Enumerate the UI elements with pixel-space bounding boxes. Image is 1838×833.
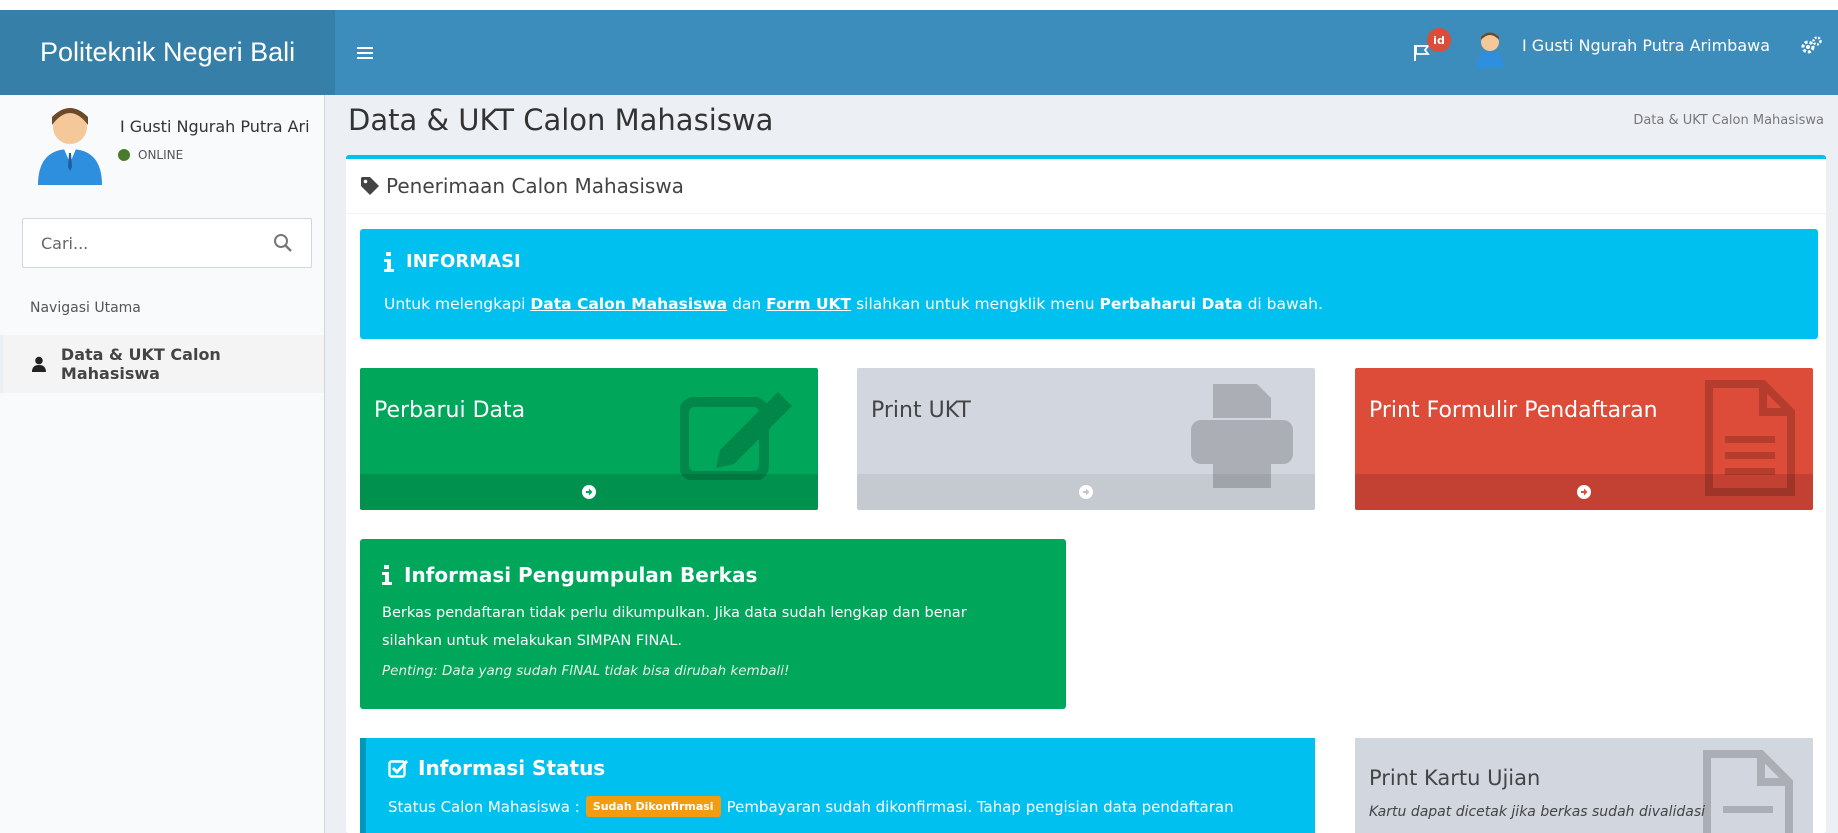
brand-logo[interactable]: Politeknik Negeri Bali [0,10,335,95]
data-calon-mahasiswa-link[interactable]: Data Calon Mahasiswa [530,295,727,313]
tile-label: Print Kartu Ujian [1369,766,1541,790]
check-square-icon [388,759,408,778]
tile-label: Print Formulir Pendaftaran [1369,398,1658,423]
info-callout-text: Untuk melengkapi Data Calon Mahasiswa da… [384,295,1323,313]
status-dot-icon [118,149,130,161]
berkas-callout-header: Informasi Pengumpulan Berkas [382,563,757,587]
user-avatar-icon [38,108,102,185]
perbarui-data-tile[interactable]: Perbarui Data [360,368,818,510]
top-strip [0,0,1838,10]
info-text-part: Untuk melengkapi [384,295,531,313]
arrow-circle-right-icon [582,485,596,499]
perbaharui-data-emphasis: Perbaharui Data [1099,295,1243,313]
berkas-text-line: silahkan untuk melakukan SIMPAN FINAL. [382,633,682,649]
tile-footer[interactable] [1355,474,1813,510]
top-user-name[interactable]: I Gusti Ngurah Putra Arimbawa [1522,36,1770,55]
search-icon[interactable] [273,233,293,253]
nav-header: Navigasi Utama [30,300,141,316]
file-icon [1703,750,1793,833]
print-kartu-ujian-tile[interactable]: Print Kartu Ujian Kartu dapat dicetak ji… [1355,738,1813,833]
sidebar-toggle-button[interactable] [335,10,395,95]
berkas-note: Penting: Data yang sudah FINAL tidak bis… [382,663,790,679]
search-input[interactable] [23,219,263,267]
user-avatar-icon[interactable] [1470,28,1510,68]
berkas-callout: Informasi Pengumpulan Berkas Berkas pend… [360,539,1066,709]
sidebar-user-name: I Gusti Ngurah Putra Ari [120,117,310,136]
info-text-part: dan [727,295,767,313]
info-icon [382,565,392,585]
status-label: Status Calon Mahasiswa : [388,797,580,816]
sidebar: I Gusti Ngurah Putra Ari ONLINE Navigasi… [0,95,325,833]
sidebar-search [22,218,312,268]
notifications-button[interactable]: id [1405,28,1453,76]
page-title: Data & UKT Calon Mahasiswa [348,103,774,137]
box-title: Penerimaan Calon Mahasiswa [386,174,684,198]
tile-label: Print UKT [871,398,971,423]
box-header: Penerimaan Calon Mahasiswa [346,159,1826,214]
info-callout-title: INFORMASI [406,251,521,272]
tag-icon [361,177,379,195]
info-text-part: di bawah. [1242,295,1323,313]
form-ukt-link[interactable]: Form UKT [766,295,851,313]
arrow-circle-right-icon [1577,485,1591,499]
breadcrumb[interactable]: Data & UKT Calon Mahasiswa [1633,113,1824,128]
tile-label: Perbarui Data [374,398,526,423]
gears-icon[interactable] [1800,36,1822,56]
info-icon [384,251,394,272]
edit-icon [680,392,792,480]
notification-badge: id [1427,28,1451,52]
status-label: ONLINE [138,148,184,162]
online-status: ONLINE [118,148,183,162]
sidebar-item-label: Data & UKT Calon Mahasiswa [60,345,221,383]
info-callout: INFORMASI Untuk melengkapi Data Calon Ma… [360,229,1818,339]
berkas-callout-title: Informasi Pengumpulan Berkas [404,563,758,587]
status-callout-title: Informasi Status [418,756,606,780]
tile-footer[interactable] [857,474,1315,510]
status-badge: Sudah Dikonfirmasi [585,796,721,817]
berkas-text-line: Berkas pendaftaran tidak perlu dikumpulk… [382,605,967,621]
status-callout-text: Status Calon Mahasiswa : Sudah Dikonfirm… [388,796,1234,817]
kartu-note: Kartu dapat dicetak jika berkas sudah di… [1369,804,1706,820]
status-callout-header: Informasi Status [388,756,605,780]
sidebar-item-data-ukt[interactable]: Data & UKT Calon Mahasiswa [0,335,324,393]
print-formulir-tile[interactable]: Print Formulir Pendaftaran [1355,368,1813,510]
info-callout-header: INFORMASI [384,251,521,272]
status-text: Pembayaran sudah dikonfirmasi. Tahap pen… [726,797,1234,816]
print-ukt-tile[interactable]: Print UKT [857,368,1315,510]
status-callout: Informasi Status Status Calon Mahasiswa … [360,738,1315,833]
user-icon [31,356,46,372]
tile-footer[interactable] [360,474,818,510]
info-text-part: silahkan untuk mengklik menu [851,295,1100,313]
hamburger-icon [357,46,373,59]
arrow-circle-right-icon [1079,485,1093,499]
